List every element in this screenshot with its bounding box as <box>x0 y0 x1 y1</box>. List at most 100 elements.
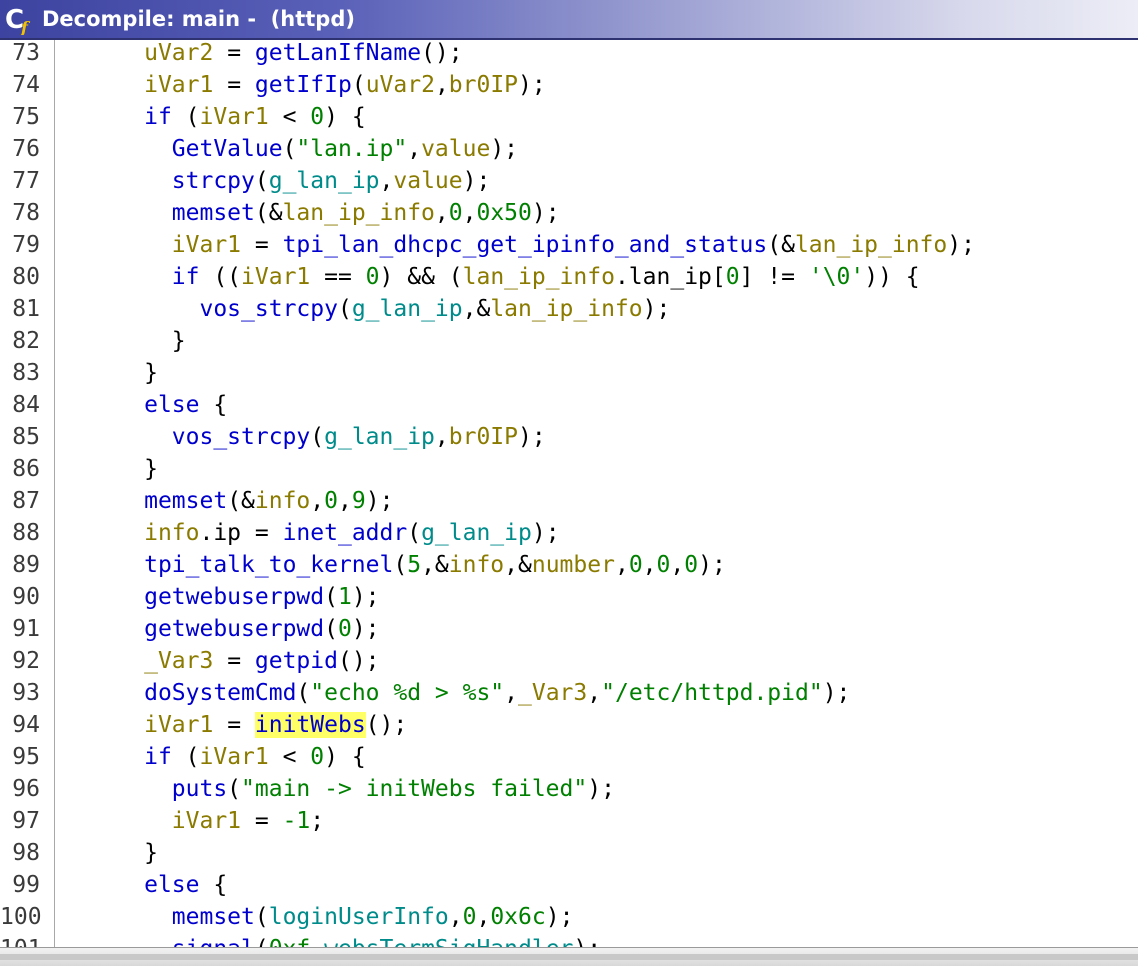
code-token[interactable]: _Var3 <box>144 648 213 674</box>
code-token[interactable]: g_lan_ip <box>352 296 463 322</box>
code-text[interactable]: } <box>61 453 158 485</box>
code-token[interactable]: 0 <box>726 264 740 290</box>
code-line[interactable]: 73 uVar2 = getLanIfName(); <box>0 40 1138 69</box>
code-text[interactable]: vos_strcpy(g_lan_ip,&lan_ip_info); <box>61 293 670 325</box>
code-text[interactable]: if (iVar1 < 0) { <box>61 741 366 773</box>
code-token[interactable]: 0 <box>324 488 338 514</box>
code-token[interactable]: info <box>255 488 310 514</box>
code-token[interactable]: puts <box>172 776 227 802</box>
code-token[interactable]: inet_addr <box>283 520 408 546</box>
window-titlebar[interactable]: C f Decompile: main - (httpd) <box>0 0 1138 40</box>
code-token[interactable]: signal <box>172 936 255 947</box>
code-token[interactable]: '\0' <box>809 264 864 290</box>
decompiled-code-listing[interactable]: 73 uVar2 = getLanIfName(); 74 iVar1 = get… <box>0 40 1138 947</box>
code-line[interactable]: 92 _Var3 = getpid(); <box>0 645 1138 677</box>
code-token[interactable]: iVar1 <box>200 104 269 130</box>
code-token[interactable]: "/etc/httpd.pid" <box>601 680 823 706</box>
code-text[interactable]: iVar1 = initWebs(); <box>61 709 407 741</box>
code-text[interactable]: else { <box>61 869 227 901</box>
code-line[interactable]: 93 doSystemCmd("echo %d > %s",_Var3,"/et… <box>0 677 1138 709</box>
code-token[interactable]: getwebuserpwd <box>144 584 324 610</box>
code-token[interactable]: g_lan_ip <box>421 520 532 546</box>
code-token[interactable]: loginUserInfo <box>269 904 449 930</box>
code-text[interactable]: vos_strcpy(g_lan_ip,br0IP); <box>61 421 546 453</box>
code-text[interactable]: getwebuserpwd(1); <box>61 581 379 613</box>
code-token[interactable]: uVar2 <box>144 40 213 66</box>
code-token[interactable]: number <box>532 552 615 578</box>
code-token[interactable]: tpi_lan_dhcpc_get_ipinfo_and_status <box>283 232 768 258</box>
code-token[interactable]: doSystemCmd <box>144 680 296 706</box>
code-line[interactable]: 97 iVar1 = -1; <box>0 805 1138 837</box>
code-text[interactable]: doSystemCmd("echo %d > %s",_Var3,"/etc/h… <box>61 677 850 709</box>
code-line[interactable]: 83 } <box>0 357 1138 389</box>
code-line[interactable]: 81 vos_strcpy(g_lan_ip,&lan_ip_info); <box>0 293 1138 325</box>
code-token[interactable]: iVar1 <box>241 264 310 290</box>
code-token[interactable]: GetValue <box>172 136 283 162</box>
code-text[interactable]: else { <box>61 389 227 421</box>
code-token[interactable]: tpi_talk_to_kernel <box>144 552 393 578</box>
code-token[interactable]: 0 <box>684 552 698 578</box>
code-text[interactable]: iVar1 = -1; <box>61 805 324 837</box>
code-token[interactable]: else <box>144 392 199 418</box>
code-token[interactable]: info <box>449 552 504 578</box>
code-token[interactable]: 0x6c <box>490 904 545 930</box>
code-line[interactable]: 86 } <box>0 453 1138 485</box>
code-line[interactable]: 78 memset(&lan_ip_info,0,0x50); <box>0 197 1138 229</box>
code-text[interactable]: if (iVar1 < 0) { <box>61 101 366 133</box>
code-token[interactable]: 5 <box>407 552 421 578</box>
code-text[interactable]: memset(&info,0,9); <box>61 485 393 517</box>
code-token[interactable]: 1 <box>338 584 352 610</box>
code-line[interactable]: 87 memset(&info,0,9); <box>0 485 1138 517</box>
code-token[interactable]: uVar2 <box>366 72 435 98</box>
code-line[interactable]: 98 } <box>0 837 1138 869</box>
code-token[interactable]: 0 <box>310 104 324 130</box>
code-token[interactable]: "lan.ip" <box>296 136 407 162</box>
code-token[interactable]: g_lan_ip <box>324 424 435 450</box>
code-token[interactable]: vos_strcpy <box>172 424 310 450</box>
code-token[interactable]: g_lan_ip <box>269 168 380 194</box>
scrollbar-track[interactable] <box>0 954 1138 960</box>
code-token[interactable]: lan_ip_info <box>283 200 435 226</box>
code-token[interactable]: getpid <box>255 648 338 674</box>
code-line[interactable]: 91 getwebuserpwd(0); <box>0 613 1138 645</box>
code-line[interactable]: 79 iVar1 = tpi_lan_dhcpc_get_ipinfo_and_… <box>0 229 1138 261</box>
code-token[interactable]: getwebuserpwd <box>144 616 324 642</box>
code-text[interactable]: } <box>61 325 186 357</box>
code-text[interactable]: info.ip = inet_addr(g_lan_ip); <box>61 517 559 549</box>
code-token[interactable]: .ip = <box>199 520 282 546</box>
code-token[interactable]: 0x50 <box>476 200 531 226</box>
code-token[interactable]: value <box>393 168 462 194</box>
code-token[interactable]: lan_ip_info <box>490 296 642 322</box>
code-line[interactable]: 101 signal(0xf,websTermSigHandler); <box>0 933 1138 947</box>
code-text[interactable]: tpi_talk_to_kernel(5,&info,&number,0,0,0… <box>61 549 726 581</box>
code-token[interactable]: info <box>144 520 199 546</box>
code-text[interactable]: } <box>61 837 158 869</box>
code-token[interactable]: memset <box>172 904 255 930</box>
code-line[interactable]: 96 puts("main -> initWebs failed"); <box>0 773 1138 805</box>
code-token[interactable]: iVar1 <box>200 744 269 770</box>
code-text[interactable]: } <box>61 357 158 389</box>
code-text[interactable]: memset(loginUserInfo,0,0x6c); <box>61 901 574 933</box>
code-token[interactable]: getIfIp <box>255 72 352 98</box>
code-text[interactable]: _Var3 = getpid(); <box>61 645 379 677</box>
code-token[interactable]: _Var3 <box>518 680 587 706</box>
highlighted-token[interactable]: initWebs <box>254 712 366 738</box>
code-token[interactable]: memset <box>144 488 227 514</box>
code-text[interactable]: strcpy(g_lan_ip,value); <box>61 165 491 197</box>
code-token[interactable]: 0 <box>629 552 643 578</box>
code-token[interactable]: iVar1 <box>172 808 241 834</box>
code-token[interactable]: if <box>144 744 172 770</box>
code-line[interactable]: 100 memset(loginUserInfo,0,0x6c); <box>0 901 1138 933</box>
code-line[interactable]: 88 info.ip = inet_addr(g_lan_ip); <box>0 517 1138 549</box>
code-line[interactable]: 75 if (iVar1 < 0) { <box>0 101 1138 133</box>
code-text[interactable]: GetValue("lan.ip",value); <box>61 133 518 165</box>
code-token[interactable]: lan_ip_info <box>795 232 947 258</box>
code-token[interactable]: iVar1 <box>172 232 241 258</box>
code-line[interactable]: 77 strcpy(g_lan_ip,value); <box>0 165 1138 197</box>
code-token[interactable]: 9 <box>352 488 366 514</box>
code-text[interactable]: if ((iVar1 == 0) && (lan_ip_info.lan_ip[… <box>61 261 920 293</box>
code-text[interactable]: getwebuserpwd(0); <box>61 613 379 645</box>
code-token[interactable]: if <box>144 104 172 130</box>
code-text[interactable]: iVar1 = getIfIp(uVar2,br0IP); <box>61 69 546 101</box>
code-token[interactable]: 0 <box>449 200 463 226</box>
